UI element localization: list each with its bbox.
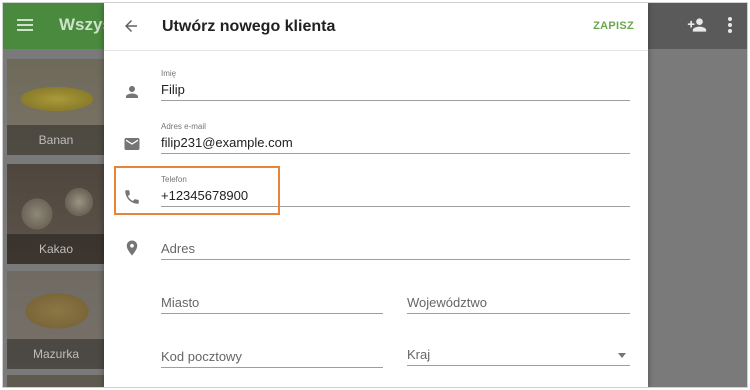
- screen: Wszyst Banan Kakao Mazurka Utwórz nowego…: [2, 2, 748, 388]
- phone-icon: [125, 190, 139, 204]
- person-icon: [126, 86, 138, 98]
- address-underline: [161, 259, 630, 260]
- address-field[interactable]: Adres: [161, 239, 630, 260]
- mail-icon: [124, 138, 140, 150]
- province-field[interactable]: Województwo: [407, 293, 630, 314]
- dialog-title: Utwórz nowego klienta: [162, 18, 336, 35]
- country-select[interactable]: Kraj: [407, 345, 630, 366]
- location-pin-icon: [126, 240, 138, 256]
- product-tile[interactable]: [7, 375, 105, 387]
- product-label: Mazurka: [7, 339, 105, 369]
- save-button[interactable]: ZAPISZ: [593, 20, 634, 32]
- postal-code-placeholder[interactable]: Kod pocztowy: [161, 347, 383, 367]
- email-field[interactable]: Adres e-mail filip231@example.com: [161, 122, 630, 154]
- city-field[interactable]: Miasto: [161, 293, 383, 314]
- country-underline: [407, 365, 630, 366]
- name-underline: [161, 100, 630, 101]
- product-image: [7, 375, 105, 387]
- product-tile[interactable]: Mazurka: [7, 271, 105, 369]
- city-underline: [161, 313, 383, 314]
- country-placeholder[interactable]: Kraj: [407, 345, 630, 365]
- postal-code-underline: [161, 367, 383, 368]
- phone-underline: [161, 206, 630, 207]
- name-value[interactable]: Filip: [161, 80, 630, 100]
- phone-value[interactable]: +12345678900: [161, 186, 630, 206]
- menu-icon[interactable]: [17, 16, 33, 34]
- arrow-left-icon[interactable]: [122, 17, 140, 35]
- phone-label: Telefon: [161, 175, 187, 184]
- name-label: Imię: [161, 69, 177, 78]
- province-underline: [407, 313, 630, 314]
- product-label: Kakao: [7, 234, 105, 264]
- phone-field[interactable]: Telefon +12345678900: [161, 175, 630, 207]
- email-underline: [161, 153, 630, 154]
- create-customer-dialog: Utwórz nowego klienta ZAPISZ Imię Filip …: [104, 3, 648, 387]
- email-value[interactable]: filip231@example.com: [161, 133, 630, 153]
- dropdown-caret-icon[interactable]: [618, 353, 626, 358]
- background-toolbar-right: [648, 3, 747, 49]
- city-placeholder[interactable]: Miasto: [161, 293, 383, 313]
- more-vert-icon[interactable]: [728, 17, 732, 35]
- email-label: Adres e-mail: [161, 122, 206, 131]
- product-label: Banan: [7, 125, 105, 155]
- product-tile[interactable]: Banan: [7, 59, 105, 155]
- person-add-icon[interactable]: [686, 15, 708, 35]
- name-field[interactable]: Imię Filip: [161, 69, 630, 101]
- dialog-header: Utwórz nowego klienta ZAPISZ: [104, 3, 648, 51]
- product-tile[interactable]: Kakao: [7, 164, 105, 264]
- postal-code-field[interactable]: Kod pocztowy: [161, 347, 383, 368]
- province-placeholder[interactable]: Województwo: [407, 293, 630, 313]
- address-placeholder[interactable]: Adres: [161, 239, 630, 259]
